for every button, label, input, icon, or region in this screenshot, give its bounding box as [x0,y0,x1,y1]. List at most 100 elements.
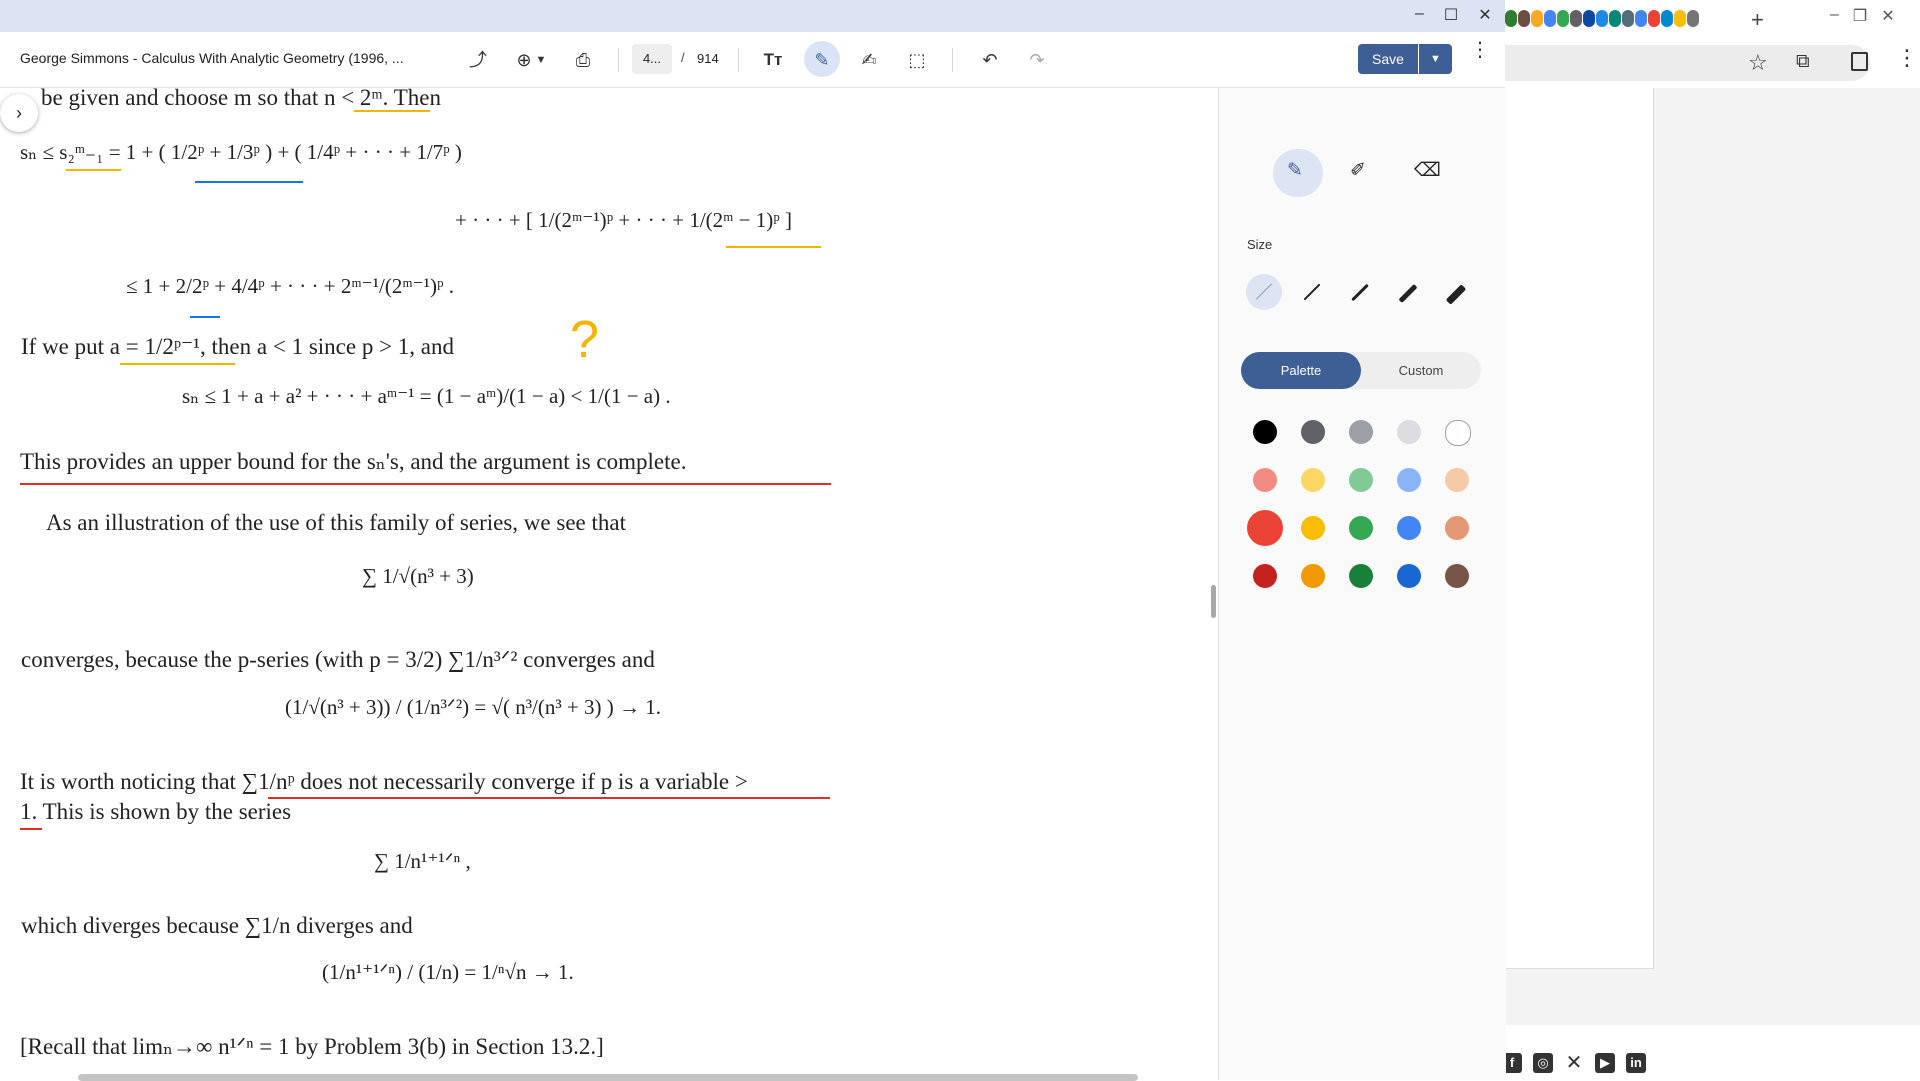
background-address-bar[interactable] [1505,45,1870,81]
size-label: Size [1247,237,1273,252]
red-ink-underline[interactable] [20,828,42,830]
color-swatch[interactable] [1349,420,1373,444]
text-line: [Recall that limₙ→∞ n¹ᐟⁿ = 1 by Problem … [20,1034,604,1059]
size-option-4[interactable] [1390,274,1426,310]
side-panel-icon[interactable] [1851,52,1868,71]
color-swatch[interactable] [1301,564,1325,588]
blue-ink-underline[interactable] [190,316,220,318]
annotate-icon[interactable]: ✎ [807,48,837,72]
palette-tab[interactable]: Palette [1241,352,1361,389]
color-swatch[interactable] [1301,516,1325,540]
equation: + · · · + [ 1/(2ᵐ⁻¹)ᵖ + · · · + 1/(2ᵐ − … [455,208,793,232]
color-swatch[interactable] [1253,564,1277,588]
yellow-ink-underline[interactable] [726,246,821,248]
close-icon[interactable]: ✕ [1881,6,1894,26]
red-ink-underline[interactable] [20,483,831,485]
background-window-controls[interactable]: – ❐ ✕ [1830,6,1895,26]
color-swatch[interactable] [1301,468,1325,492]
color-swatch[interactable] [1397,564,1421,588]
yellow-ink-underline[interactable] [354,110,430,112]
print-icon[interactable]: ⎙ [568,48,598,72]
linkedin-icon[interactable]: in [1626,1053,1646,1073]
undo-icon[interactable]: ↶ [975,48,1005,72]
extensions-icon[interactable]: ⧉ [1796,51,1810,73]
text-line: This provides an upper bound for the sₙ'… [20,449,687,474]
color-swatch[interactable] [1349,564,1373,588]
page-separator: / [681,50,685,65]
redo-icon[interactable]: ↷ [1022,48,1052,72]
equation: (1/n¹⁺¹ᐟⁿ) / (1/n) = 1/ⁿ√n → 1. [322,960,574,984]
color-swatch[interactable] [1397,468,1421,492]
pdf-page: be given and choose m so that n < 2ᵐ. Th… [0,88,1218,1080]
window-controls[interactable]: – ☐ ✕ [1415,5,1492,25]
color-swatch[interactable] [1349,468,1373,492]
more-options-icon[interactable]: ⋮ [1470,40,1490,60]
size-option-3[interactable] [1342,274,1378,310]
color-swatch[interactable] [1445,516,1469,540]
color-swatch[interactable] [1253,420,1277,444]
text-line: It is worth noticing that ∑1/nᵖ does not… [20,769,748,794]
handwritten-question-mark[interactable]: ? [570,310,599,370]
color-swatch[interactable] [1445,564,1469,588]
social-links: f ◎ ✕ ▶ in [1502,1053,1646,1073]
color-swatch[interactable] [1445,420,1471,446]
custom-tab[interactable]: Custom [1361,352,1481,389]
equation: ∑ 1/√(n³ + 3) [362,564,474,588]
text-line: 1. This is shown by the series [20,799,292,824]
close-icon[interactable]: ✕ [1478,5,1491,25]
size-option-2[interactable] [1294,274,1330,310]
color-swatch[interactable] [1397,516,1421,540]
text-line: If we put a = 1/2ᵖ⁻¹, then a < 1 since p… [21,334,455,359]
blue-ink-underline[interactable] [195,181,303,183]
text-line: be given and choose m so that n < 2ᵐ. Th… [41,88,442,110]
color-swatch[interactable] [1445,468,1469,492]
youtube-icon[interactable]: ▶ [1595,1053,1615,1073]
minimize-icon[interactable]: – [1415,5,1424,25]
minimize-icon[interactable]: – [1830,6,1839,26]
background-page-sheet [1505,88,1654,969]
chevron-down-icon[interactable]: ▼ [531,48,551,72]
equation: sₙ ≤ 1 + a + a² + · · · + aᵐ⁻¹ = (1 − aᵐ… [182,384,671,408]
color-swatch[interactable] [1253,468,1277,492]
eraser-icon[interactable]: ⌫ [1414,159,1441,182]
highlighter-icon[interactable]: ✐ [1350,159,1366,182]
page-total: 914 [697,51,719,66]
equation: sₙ ≤ s₂ᵐ₋₁ = 1 + ( 1/2ᵖ + 1/3ᵖ ) + ( 1/4… [20,140,462,164]
bookmark-star-icon[interactable]: ☆ [1748,50,1768,76]
new-tab-icon[interactable]: + [1751,7,1764,33]
text-line: which diverges because ∑1/n diverges and [21,913,413,938]
page-number-input[interactable]: 4... [632,44,672,74]
equation: ∑ 1/n¹⁺¹ᐟⁿ , [374,849,471,873]
save-button[interactable]: Save [1358,44,1418,74]
background-tab-favicons[interactable] [1505,10,1699,30]
size-option-5[interactable] [1438,274,1474,310]
red-ink-underline[interactable] [268,797,830,799]
equation: ≤ 1 + 2/2ᵖ + 4/4ᵖ + · · · + 2ᵐ⁻¹/(2ᵐ⁻¹)ᵖ… [126,274,455,298]
browser-menu-icon[interactable]: ⋮ [1896,47,1918,69]
share-icon[interactable]: ⤴ [463,48,493,72]
save-dropdown-button[interactable]: ▼ [1419,44,1452,74]
x-icon[interactable]: ✕ [1564,1053,1584,1073]
pen-icon[interactable]: ✎ [1287,159,1303,182]
sidebar-toggle-chevron-icon[interactable]: › [0,94,38,132]
restore-icon[interactable]: ❐ [1853,6,1867,26]
color-swatch[interactable] [1301,420,1325,444]
selection-icon[interactable]: ⬚ [902,48,932,72]
document-title: George Simmons - Calculus With Analytic … [20,50,404,66]
toolbar-divider [738,48,739,72]
instagram-icon[interactable]: ◎ [1533,1053,1553,1073]
signature-icon[interactable]: ✍ [854,48,884,72]
text-line: converges, because the p-series (with p … [21,647,655,672]
size-option-1[interactable] [1246,274,1282,310]
color-swatch[interactable] [1397,420,1421,444]
toolbar-divider [952,48,953,72]
color-swatch[interactable] [1247,510,1283,546]
panel-resize-handle[interactable] [1211,585,1216,618]
color-swatch[interactable] [1349,516,1373,540]
window-title-bar [0,0,1505,32]
maximize-icon[interactable]: ☐ [1444,5,1458,25]
text-tool-icon[interactable]: Tт [758,48,788,72]
yellow-ink-underline[interactable] [120,363,235,365]
yellow-ink-underline[interactable] [66,169,121,171]
toolbar-divider [618,48,619,72]
